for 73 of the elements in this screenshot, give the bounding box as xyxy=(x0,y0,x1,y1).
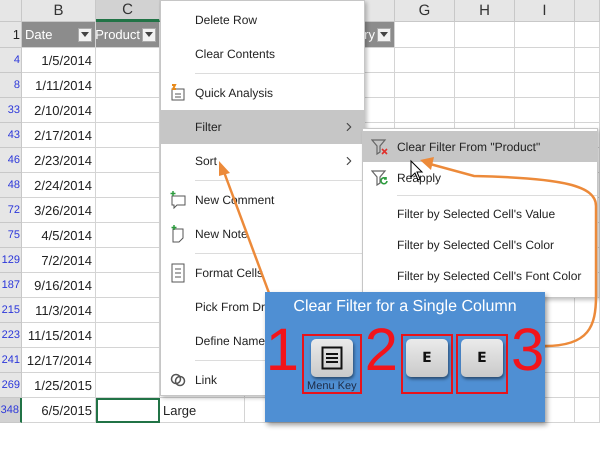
header-cell xyxy=(455,22,515,48)
row-header[interactable]: 48 xyxy=(0,173,22,198)
filter-button[interactable] xyxy=(377,28,391,42)
row-header[interactable]: 348 xyxy=(0,398,22,423)
header-cell xyxy=(575,22,600,48)
date-cell: 2/10/2014 xyxy=(22,98,96,123)
keyboard-key: E xyxy=(460,339,503,377)
selected-cell xyxy=(96,398,160,423)
header-text: Product xyxy=(95,27,140,42)
menu-item[interactable]: Filter by Selected Cell's Font Color xyxy=(363,260,597,291)
menu-item[interactable]: New Note xyxy=(161,217,364,251)
date-cell: 1/11/2014 xyxy=(22,73,96,98)
date-cell: 2/24/2014 xyxy=(22,173,96,198)
row-header[interactable]: 46 xyxy=(0,148,22,173)
header-text: Date xyxy=(25,27,52,42)
row-header[interactable]: 187 xyxy=(0,273,22,298)
date-cell: 2/17/2014 xyxy=(22,123,96,148)
column-header[interactable]: B xyxy=(22,0,96,22)
menu-item[interactable]: Clear Contents xyxy=(161,37,364,71)
menu-item[interactable]: Sort xyxy=(161,144,364,178)
row-header[interactable]: 269 xyxy=(0,373,22,398)
row-header[interactable]: 75 xyxy=(0,223,22,248)
date-cell: 11/15/2014 xyxy=(22,323,96,348)
filter-button[interactable] xyxy=(142,28,156,42)
menu-item[interactable]: Filter by Selected Cell's Value xyxy=(363,198,597,229)
table-cell: Large xyxy=(160,398,245,423)
row-header[interactable]: 241 xyxy=(0,348,22,373)
menu-item[interactable]: Delete Row xyxy=(161,3,364,37)
date-cell: 1/25/2015 xyxy=(22,373,96,398)
menu-item[interactable]: Filter xyxy=(161,110,364,144)
row-header[interactable]: 72 xyxy=(0,198,22,223)
dropdown-arrow-icon xyxy=(81,32,89,37)
row-header[interactable]: 8 xyxy=(0,73,22,98)
format-cells-icon xyxy=(170,263,186,283)
row-header[interactable]: 4 xyxy=(0,48,22,73)
row-header[interactable]: 215 xyxy=(0,298,22,323)
header-cell xyxy=(515,22,575,48)
column-header[interactable]: I xyxy=(515,0,575,22)
date-cell: 2/23/2014 xyxy=(22,148,96,173)
column-header[interactable]: H xyxy=(455,0,515,22)
date-cell: 12/17/2014 xyxy=(22,348,96,373)
row-header[interactable]: 223 xyxy=(0,323,22,348)
menu-item[interactable]: Filter by Selected Cell's Color xyxy=(363,229,597,260)
link-icon xyxy=(169,371,187,389)
row-header[interactable]: 43 xyxy=(0,123,22,148)
date-cell: 1/5/2014 xyxy=(22,48,96,73)
date-cell: 6/5/2015 xyxy=(22,398,96,423)
date-cell: 9/16/2014 xyxy=(22,273,96,298)
step-number: 3 xyxy=(510,320,544,380)
tip-title: Clear Filter for a Single Column xyxy=(293,298,517,316)
date-cell: 11/3/2014 xyxy=(22,298,96,323)
clear-filter-icon xyxy=(371,138,389,156)
date-cell: 4/5/2014 xyxy=(22,223,96,248)
reapply-filter-icon xyxy=(371,168,389,186)
menu-key-icon xyxy=(320,346,343,370)
column-header[interactable]: G xyxy=(395,0,455,22)
dropdown-arrow-icon xyxy=(145,32,153,37)
keyboard-key: E xyxy=(406,339,448,377)
menu-item[interactable]: Clear Filter From "Product" xyxy=(363,131,597,162)
date-cell: 3/26/2014 xyxy=(22,198,96,223)
date-cell: 7/2/2014 xyxy=(22,248,96,273)
menu-item[interactable]: Quick Analysis xyxy=(161,76,364,110)
dropdown-arrow-icon xyxy=(380,32,388,37)
column-header[interactable]: C xyxy=(96,0,160,22)
key-caption: Menu Key xyxy=(307,380,357,392)
filter-button[interactable] xyxy=(78,28,92,42)
header-text: ry xyxy=(364,27,375,42)
step-number: 2 xyxy=(364,320,398,380)
row-header[interactable]: 129 xyxy=(0,248,22,273)
row-header[interactable]: 1 xyxy=(0,22,22,48)
row-header[interactable]: 33 xyxy=(0,98,22,123)
quick-analysis-icon xyxy=(169,84,187,102)
comment-icon xyxy=(169,191,187,209)
